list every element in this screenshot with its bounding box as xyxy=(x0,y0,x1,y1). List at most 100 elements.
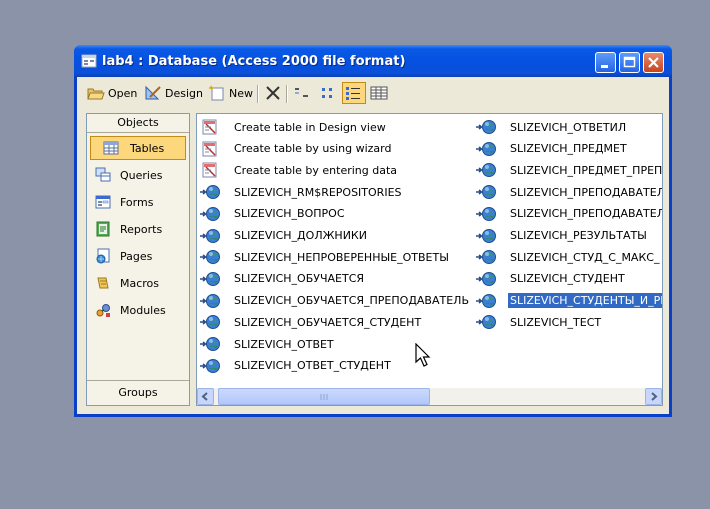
details-view-icon xyxy=(370,86,388,100)
sidebar-item-modules[interactable]: Modules xyxy=(90,298,186,322)
linked-table-icon xyxy=(476,141,496,156)
chevron-left-icon xyxy=(201,392,208,401)
chevron-right-icon xyxy=(651,392,658,401)
groups-header[interactable]: Groups xyxy=(87,380,189,405)
table-item-label: SLIZEVICH_ОБУЧАЕТСЯ_СТУДЕНТ xyxy=(234,315,422,329)
form-icon xyxy=(95,195,111,209)
report-icon xyxy=(96,221,110,237)
table-item-label: SLIZEVICH_ПРЕПОДАВАТЕЛІ xyxy=(510,185,663,199)
table-item[interactable]: SLIZEVICH_ТЕСТ xyxy=(475,312,601,332)
toolbar-separator xyxy=(257,85,259,103)
sidebar-item-queries[interactable]: Queries xyxy=(90,163,186,187)
linked-table-icon xyxy=(476,315,496,330)
table-item[interactable]: SLIZEVICH_СТУДЕНТЫ_И_РІ xyxy=(475,291,662,311)
table-item-label: SLIZEVICH_НЕПРОВЕРЕННЫЕ_ОТВЕТЫ xyxy=(234,250,449,264)
delete-button[interactable] xyxy=(264,83,282,103)
create-table-icon xyxy=(202,162,217,178)
large-icons-view-icon xyxy=(295,88,308,97)
create-table-icon xyxy=(202,119,217,135)
sidebar-item-label: Forms xyxy=(120,195,154,209)
create-table-icon xyxy=(202,141,217,157)
small-icons-button[interactable] xyxy=(320,83,340,103)
toolbar-separator xyxy=(286,85,288,103)
linked-table-icon xyxy=(200,315,220,330)
table-item[interactable]: SLIZEVICH_ПРЕДМЕТ_ПРЕПО xyxy=(475,160,662,180)
sidebar-item-label: Queries xyxy=(120,168,163,182)
linked-table-icon xyxy=(200,206,220,221)
sidebar-item-tables[interactable]: Tables xyxy=(90,136,186,160)
scroll-right-button[interactable] xyxy=(645,388,662,405)
scroll-left-button[interactable] xyxy=(197,388,214,405)
table-item-label: Create table by entering data xyxy=(234,163,398,177)
table-item[interactable]: SLIZEVICH_ВОПРОС xyxy=(199,204,345,224)
design-button[interactable]: Design xyxy=(144,83,203,103)
open-button[interactable]: Open xyxy=(87,83,137,103)
table-item[interactable]: SLIZEVICH_ОБУЧАЕТСЯ_ПРЕПОДАВАТЕЛЬ xyxy=(199,291,469,311)
open-label: Open xyxy=(108,86,138,100)
table-item-label: SLIZEVICH_СТУД_С_МАКС_ xyxy=(510,250,660,264)
open-folder-icon xyxy=(87,88,105,100)
database-icon xyxy=(81,54,97,68)
table-item[interactable]: SLIZEVICH_ПРЕПОДАВАТЕЛІ xyxy=(475,204,663,224)
list-view-button[interactable] xyxy=(342,82,366,104)
new-object-icon xyxy=(209,85,224,101)
table-item[interactable]: SLIZEVICH_ОТВЕТИЛ xyxy=(475,117,626,137)
sidebar-item-macros[interactable]: Macros xyxy=(90,271,186,295)
table-item[interactable]: SLIZEVICH_ПРЕПОДАВАТЕЛІ xyxy=(475,182,663,202)
database-window: lab4 : Database (Access 2000 file format… xyxy=(74,45,672,417)
table-item[interactable]: SLIZEVICH_СТУДЕНТ xyxy=(475,269,625,289)
sidebar-item-label: Tables xyxy=(130,141,165,155)
table-item[interactable]: SLIZEVICH_ОТВЕТ_СТУДЕНТ xyxy=(199,356,391,376)
sidebar-item-label: Reports xyxy=(120,222,163,236)
table-item-label: SLIZEVICH_ОТВЕТ_СТУДЕНТ xyxy=(234,359,391,373)
sidebar-item-forms[interactable]: Forms xyxy=(90,190,186,214)
table-item-label: Create table by using wizard xyxy=(234,142,392,156)
sidebar-item-reports[interactable]: Reports xyxy=(90,217,186,241)
linked-table-icon xyxy=(476,185,496,200)
sidebar-item-pages[interactable]: Pages xyxy=(90,244,186,268)
page-icon xyxy=(96,248,110,264)
table-item[interactable]: SLIZEVICH_ДОЛЖНИКИ xyxy=(199,226,367,246)
table-item[interactable]: SLIZEVICH_ПРЕДМЕТ xyxy=(475,139,627,159)
scroll-thumb[interactable] xyxy=(218,388,430,405)
table-item[interactable]: SLIZEVICH_ОБУЧАЕТСЯ xyxy=(199,269,364,289)
table-item-label: SLIZEVICH_ОБУЧАЕТСЯ_ПРЕПОДАВАТЕЛЬ xyxy=(234,294,469,308)
table-item[interactable]: SLIZEVICH_ОТВЕТ xyxy=(199,334,334,354)
new-label: New xyxy=(229,86,253,100)
title-bar[interactable]: lab4 : Database (Access 2000 file format… xyxy=(74,45,672,77)
toolbar: Open Design New xyxy=(77,77,669,109)
table-item-label: SLIZEVICH_ПРЕПОДАВАТЕЛІ xyxy=(510,207,663,221)
create-table-shortcut[interactable]: Create table in Design view xyxy=(199,117,386,137)
linked-table-icon xyxy=(200,293,220,308)
create-table-shortcut[interactable]: Create table by using wizard xyxy=(199,139,391,159)
linked-table-icon xyxy=(476,206,496,221)
table-item-label: SLIZEVICH_ПРЕДМЕТ xyxy=(510,142,627,156)
linked-table-icon xyxy=(200,337,220,351)
details-view-button[interactable] xyxy=(369,83,389,103)
table-item-label: SLIZEVICH_СТУДЕНТ xyxy=(510,272,625,286)
close-button[interactable] xyxy=(643,52,664,73)
mouse-cursor-icon xyxy=(415,343,431,367)
maximize-button[interactable] xyxy=(619,52,640,73)
linked-table-icon xyxy=(476,271,496,286)
create-table-shortcut[interactable]: Create table by entering data xyxy=(199,160,397,180)
linked-table-icon xyxy=(200,228,220,243)
table-item[interactable]: SLIZEVICH_НЕПРОВЕРЕННЫЕ_ОТВЕТЫ xyxy=(199,247,449,267)
table-item[interactable]: SLIZEVICH_ОБУЧАЕТСЯ_СТУДЕНТ xyxy=(199,312,421,332)
minimize-icon xyxy=(601,65,608,68)
objects-bar: Objects Tables Queries Forms Reports Pag… xyxy=(86,113,190,406)
table-item-label: SLIZEVICH_ОТВЕТИЛ xyxy=(510,120,627,134)
linked-table-icon xyxy=(200,358,220,373)
objects-header[interactable]: Objects xyxy=(87,114,189,133)
macro-icon xyxy=(97,277,109,289)
table-item[interactable]: SLIZEVICH_СТУД_С_МАКС_ xyxy=(475,247,659,267)
new-button[interactable]: New xyxy=(208,83,253,103)
table-item-label: SLIZEVICH_RM$REPOSITORIES xyxy=(234,185,402,199)
large-icons-button[interactable] xyxy=(292,83,312,103)
horizontal-scrollbar[interactable] xyxy=(197,388,662,405)
list-view-icon xyxy=(346,87,360,100)
minimize-button[interactable] xyxy=(595,52,616,73)
table-item[interactable]: SLIZEVICH_RM$REPOSITORIES xyxy=(199,182,402,202)
maximize-icon xyxy=(623,56,636,68)
table-item[interactable]: SLIZEVICH_РЕЗУЛЬТАТЫ xyxy=(475,226,647,246)
